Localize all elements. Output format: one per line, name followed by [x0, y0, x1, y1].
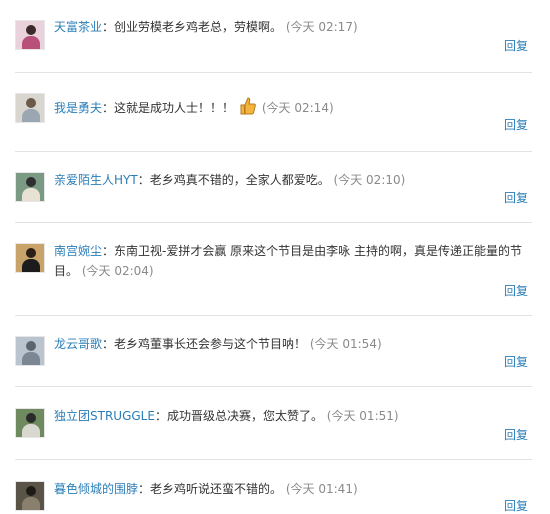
reply-button[interactable]: 回复	[504, 353, 528, 370]
username-link[interactable]: 天富茶业	[54, 20, 102, 34]
separator: ：	[102, 244, 115, 258]
separator: ：	[102, 337, 115, 351]
separator: ：	[138, 482, 151, 496]
comment-content: 暮色倾城的围脖：老乡鸡听说还蛮不错的。 (今天 01:41)	[54, 479, 524, 499]
divider	[15, 315, 532, 316]
avatar[interactable]	[15, 481, 45, 511]
timestamp: (今天 01:54)	[309, 337, 382, 351]
avatar[interactable]	[15, 20, 45, 50]
reply-button[interactable]: 回复	[504, 497, 528, 514]
username-link[interactable]: 暮色倾城的围脖	[54, 482, 138, 496]
comment-text: 老乡鸡真不错的，全家人都爱吃。	[149, 173, 330, 187]
separator: ：	[102, 101, 115, 115]
comment-text: 这就是成功人士！！！	[114, 101, 235, 115]
username-link[interactable]: 我是勇夫	[54, 101, 102, 115]
comment-content: 独立团STRUGGLE：成功晋级总决赛，您太赞了。 (今天 01:51)	[54, 406, 524, 426]
reply-button[interactable]: 回复	[504, 37, 528, 54]
divider	[15, 222, 532, 223]
username-link[interactable]: 龙云哥歌	[54, 337, 102, 351]
username-link[interactable]: 独立团STRUGGLE	[54, 409, 155, 423]
avatar[interactable]	[15, 243, 45, 273]
comment-content: 我是勇夫：这就是成功人士！！！ (今天 02:14)	[54, 97, 524, 121]
timestamp: (今天 02:17)	[285, 20, 358, 34]
avatar[interactable]	[15, 93, 45, 123]
comment-text: 创业劳模老乡鸡老总，劳模啊。	[114, 20, 283, 34]
comment-content: 亲爱陌生人HYT：老乡鸡真不错的，全家人都爱吃。 (今天 02:10)	[54, 170, 524, 190]
comment-content: 南宫婉尘：东南卫视-爱拼才会赢 原来这个节目是由李咏 主持的啊，真是传递正能量的…	[54, 241, 524, 281]
comment-content: 龙云哥歌：老乡鸡董事长还会参与这个节目呐！ (今天 01:54)	[54, 334, 524, 354]
comment-text: 成功晋级总决赛，您太赞了。	[166, 409, 323, 423]
timestamp: (今天 01:51)	[326, 409, 399, 423]
thumbs-up-icon	[240, 97, 256, 121]
reply-button[interactable]: 回复	[504, 282, 528, 299]
avatar[interactable]	[15, 408, 45, 438]
reply-button[interactable]: 回复	[504, 116, 528, 133]
reply-button[interactable]: 回复	[504, 189, 528, 206]
username-link[interactable]: 亲爱陌生人HYT	[54, 173, 138, 187]
timestamp: (今天 02:14)	[261, 101, 334, 115]
separator: ：	[154, 409, 167, 423]
separator: ：	[137, 173, 150, 187]
avatar[interactable]	[15, 336, 45, 366]
comment-text: 老乡鸡董事长还会参与这个节目呐！	[114, 337, 307, 351]
separator: ：	[102, 20, 115, 34]
divider	[15, 151, 532, 152]
comment-text: 老乡鸡听说还蛮不错的。	[150, 482, 283, 496]
reply-button[interactable]: 回复	[504, 426, 528, 443]
divider	[15, 459, 532, 460]
comment-content: 天富茶业：创业劳模老乡鸡老总，劳模啊。 (今天 02:17)	[54, 17, 524, 37]
timestamp: (今天 02:10)	[333, 173, 406, 187]
username-link[interactable]: 南宫婉尘	[54, 244, 102, 258]
timestamp: (今天 02:04)	[81, 264, 154, 278]
timestamp: (今天 01:41)	[285, 482, 358, 496]
avatar[interactable]	[15, 172, 45, 202]
divider	[15, 386, 532, 387]
divider	[15, 72, 532, 73]
